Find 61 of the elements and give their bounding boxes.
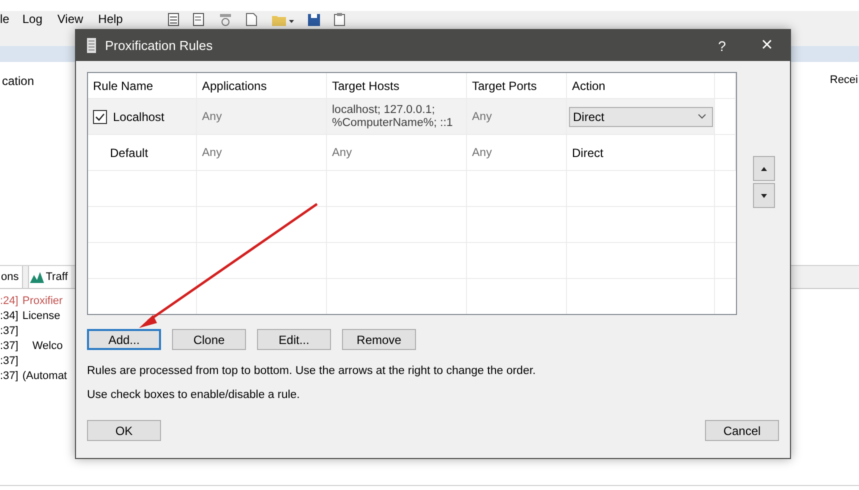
column-header[interactable]: Recei (828, 74, 859, 265)
page-icon[interactable] (246, 13, 258, 26)
rule-name: Localhost (113, 110, 164, 124)
column-header[interactable]: cation (0, 74, 34, 265)
list-icon[interactable] (168, 13, 179, 26)
hint-text: Rules are processed from top to bottom. Use the arrows at the right to change the order. (87, 365, 537, 377)
action-dropdown[interactable]: Direct (569, 106, 713, 126)
rule-name: Default (110, 146, 148, 160)
log-time: :34] (0, 310, 18, 324)
tab-label: ons (1, 271, 19, 283)
column-header[interactable]: Rule Name (93, 78, 154, 92)
menu-item[interactable]: View (57, 12, 90, 26)
move-down-button[interactable] (753, 183, 775, 208)
checkbox[interactable] (93, 110, 107, 124)
move-up-button[interactable] (753, 156, 775, 181)
log-message: (Automat (22, 370, 67, 384)
log-message: Proxifier (22, 295, 63, 309)
help-button[interactable]: ? (700, 38, 744, 54)
table-cell: Any (202, 146, 222, 158)
column-header[interactable]: Target Ports (472, 78, 537, 92)
ok-button[interactable]: OK (87, 420, 161, 441)
chevron-icon (698, 114, 706, 119)
folder-icon[interactable] (272, 14, 294, 26)
down-triangle-icon (761, 194, 767, 198)
table-row[interactable]: Localhost Any localhost; 127.0.0.1; %ComputerName%; ::1 Any Direct (88, 99, 736, 135)
table-cell: Any (472, 110, 492, 122)
log-message: License (22, 310, 60, 324)
action-button[interactable]: Remove (342, 329, 416, 350)
table-cell: Any (202, 110, 222, 122)
cancel-button[interactable]: Cancel (705, 420, 779, 441)
clipboard-icon[interactable] (334, 13, 345, 26)
document-icon[interactable] (192, 13, 205, 26)
action-button[interactable]: Edit... (257, 329, 331, 350)
column-header[interactable]: Applications (202, 78, 267, 92)
tab[interactable]: Traff (28, 266, 71, 288)
column-header[interactable]: Action (572, 78, 606, 92)
menu-item[interactable]: le (0, 12, 16, 26)
tab[interactable]: ons (0, 266, 23, 288)
menu-item[interactable]: Help (98, 12, 130, 26)
table-cell: Direct (572, 146, 604, 160)
save-icon[interactable] (308, 14, 320, 26)
table-cell: Any (472, 146, 492, 158)
log-time: :37] (0, 370, 18, 384)
table-cell: Any (332, 146, 352, 158)
tab-label: Traff (46, 271, 68, 283)
window-title: Proxification Rules (105, 38, 214, 53)
up-triangle-icon (761, 166, 767, 170)
table-cell-text: localhost; 127.0.0.1; %ComputerName%; ::1 (332, 104, 454, 130)
hint-text: Use check boxes to enable/disable a rule. (87, 389, 301, 401)
log-time: :37] (0, 325, 18, 339)
close-button[interactable]: × (744, 30, 790, 61)
column-header[interactable]: Target Hosts (332, 78, 400, 92)
action-button[interactable]: Clone (172, 329, 246, 350)
log-message: Welco (32, 340, 63, 354)
menu-item[interactable]: Log (22, 12, 50, 26)
action-button[interactable]: Add... (87, 329, 161, 350)
log-time: :37] (0, 340, 18, 354)
mountain-icon (30, 272, 44, 282)
log-time: :37] (0, 355, 18, 369)
log-time: :24] (0, 295, 18, 309)
scroll-icon (86, 38, 97, 53)
